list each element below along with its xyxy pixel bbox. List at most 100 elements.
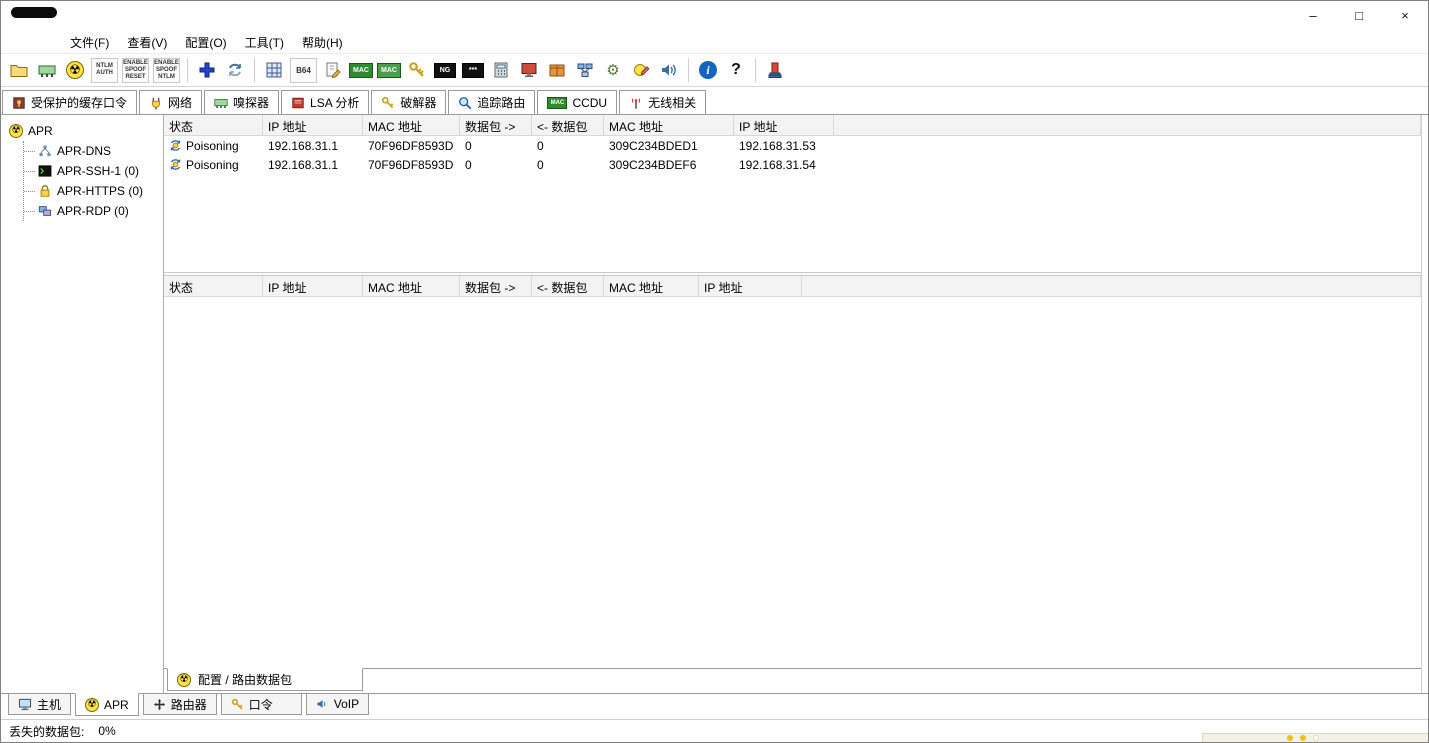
tree-item-apr-ssh1[interactable]: APR-SSH-1 (0)	[24, 161, 163, 181]
tab-label: 破解器	[400, 96, 437, 110]
inner-tab-label: 配置 / 路由数据包	[198, 673, 293, 687]
column-header-ip-2[interactable]: IP 地址	[734, 115, 834, 136]
network-shares-button[interactable]	[571, 56, 599, 84]
open-file-button[interactable]	[5, 56, 33, 84]
menu-file[interactable]: 文件(F)	[61, 32, 118, 53]
password-stars-button[interactable]: ***	[459, 56, 487, 84]
main-area: ☢ APR APR-DNS APR-SSH-1 (0) APR-HTTPS (0…	[1, 115, 1428, 693]
bottom-tab-hosts[interactable]: 主机	[8, 694, 72, 715]
ntlm-auth-button[interactable]: NTLM AUTH	[89, 56, 120, 84]
column-header-packets-in[interactable]: <- 数据包	[532, 115, 604, 136]
menu-help[interactable]: 帮助(H)	[293, 32, 352, 53]
column-header-packets-out[interactable]: 数据包 ->	[460, 115, 532, 136]
minimize-button[interactable]: –	[1290, 1, 1336, 29]
column-header-mac-2[interactable]: MAC 地址	[604, 276, 699, 297]
tree-item-apr-dns[interactable]: APR-DNS	[24, 141, 163, 161]
menu-view[interactable]: 查看(V)	[118, 32, 176, 53]
title-bar: – □ ×	[1, 1, 1428, 31]
refresh-button[interactable]	[221, 56, 249, 84]
tab-ccdu[interactable]: MAC CCDU	[537, 90, 618, 114]
column-header-ip[interactable]: IP 地址	[263, 276, 363, 297]
maximize-button[interactable]: □	[1336, 1, 1382, 29]
safe-key-icon	[12, 96, 26, 110]
toolbar: ☢ NTLM AUTH ENABLE SPOOF RESET ENABLE SP…	[1, 53, 1428, 87]
cell-packets-in: 0	[537, 157, 544, 172]
menu-configure[interactable]: 配置(O)	[176, 32, 235, 53]
exit-button[interactable]	[761, 56, 789, 84]
key-icon	[381, 96, 395, 110]
column-header-mac[interactable]: MAC 地址	[363, 115, 460, 136]
column-header-status[interactable]: 状态	[164, 276, 263, 297]
lock-icon	[38, 184, 52, 198]
crate-tool-button[interactable]	[543, 56, 571, 84]
spoof-ntlm-button[interactable]: ENABLE SPOOF NTLM	[151, 56, 182, 84]
page-pencil-icon	[324, 61, 342, 79]
bottom-tab-passwords[interactable]: 口令	[220, 694, 302, 715]
registry-edit-button[interactable]	[627, 56, 655, 84]
tab-traceroute[interactable]: 追踪路由	[448, 90, 536, 114]
notes-button[interactable]	[319, 56, 347, 84]
cell-ip-2: 192.168.31.54	[739, 157, 816, 172]
base-converter-button[interactable]	[260, 56, 288, 84]
cell-status: Poisoning	[164, 139, 263, 153]
base64-button[interactable]: B64	[288, 56, 319, 84]
cell-packets-in: 0	[537, 138, 544, 153]
column-header-ip-2[interactable]: IP 地址	[699, 276, 802, 297]
table-row[interactable]: Poisoning 192.168.31.1 70F96DF8593D 0 0 …	[164, 136, 1421, 155]
key-tool-button[interactable]	[403, 56, 431, 84]
tree-item-apr-https[interactable]: APR-HTTPS (0)	[24, 181, 163, 201]
ng-hash-button[interactable]: NG	[431, 56, 459, 84]
voip-speaker-button[interactable]	[655, 56, 683, 84]
column-header-ip[interactable]: IP 地址	[263, 115, 363, 136]
mac-scanner-button[interactable]: MAC	[347, 56, 375, 84]
tab-wireless[interactable]: 无线相关	[619, 90, 707, 114]
column-header-mac-2[interactable]: MAC 地址	[604, 115, 734, 136]
tab-protected-cache-passwords[interactable]: 受保护的缓存口令	[2, 90, 138, 114]
ntlm-auth-icon: NTLM AUTH	[91, 57, 118, 83]
column-header-packets-in[interactable]: <- 数据包	[532, 276, 604, 297]
remote-screen-button[interactable]	[515, 56, 543, 84]
add-entry-button[interactable]	[193, 56, 221, 84]
upper-table-header: 状态 IP 地址 MAC 地址 数据包 -> <- 数据包 MAC 地址 IP …	[164, 115, 1421, 136]
radioactive-icon: ☢	[9, 124, 23, 138]
help-button[interactable]: ?	[722, 56, 750, 84]
tab-sniffer[interactable]: 嗅探器	[204, 90, 280, 114]
tab-configuration-routed-packets[interactable]: ☢ 配置 / 路由数据包	[167, 668, 364, 691]
hash-calculator-button[interactable]	[487, 56, 515, 84]
dual-screens-icon	[38, 204, 52, 218]
tab-label: 网络	[168, 96, 193, 110]
column-header-packets-out[interactable]: 数据包 ->	[460, 276, 532, 297]
upper-poison-table: 状态 IP 地址 MAC 地址 数据包 -> <- 数据包 MAC 地址 IP …	[164, 115, 1421, 273]
background-window-fragment	[1202, 733, 1428, 742]
services-button[interactable]: ⚙	[599, 56, 627, 84]
red-monitor-icon	[520, 62, 538, 78]
tab-cracker[interactable]: 破解器	[371, 90, 447, 114]
sphere-pencil-icon	[632, 61, 650, 79]
four-way-arrows-icon	[153, 698, 166, 711]
column-header-mac[interactable]: MAC 地址	[363, 276, 460, 297]
menu-tools[interactable]: 工具(T)	[236, 32, 293, 53]
mac-tool-button[interactable]: MAC	[375, 56, 403, 84]
table-row[interactable]: Poisoning 192.168.31.1 70F96DF8593D 0 0 …	[164, 155, 1421, 174]
antenna-icon	[629, 96, 643, 110]
plus-icon	[198, 61, 216, 79]
speaker-icon	[660, 62, 678, 78]
tab-lsa-secrets[interactable]: LSA 分析	[281, 90, 370, 114]
start-apr-button[interactable]: ☢	[61, 56, 89, 84]
bottom-tab-voip[interactable]: VoIP	[305, 694, 370, 715]
close-button[interactable]: ×	[1382, 1, 1428, 29]
tab-network[interactable]: 网络	[139, 90, 203, 114]
start-sniffer-button[interactable]	[33, 56, 61, 84]
bottom-tab-apr[interactable]: ☢ APR	[75, 693, 139, 716]
fragment-dot	[1300, 735, 1306, 741]
toolbar-separator	[755, 58, 756, 82]
column-header-status[interactable]: 状态	[164, 115, 263, 136]
spoof-reset-button[interactable]: ENABLE SPOOF RESET	[120, 56, 151, 84]
bottom-tab-routing[interactable]: 路由器	[142, 694, 217, 715]
tree-item-apr-rdp[interactable]: APR-RDP (0)	[24, 201, 163, 221]
tree-children: APR-DNS APR-SSH-1 (0) APR-HTTPS (0) APR-…	[23, 141, 163, 221]
calculator-icon	[492, 61, 510, 79]
tree-item-apr[interactable]: ☢ APR	[1, 121, 163, 141]
tab-label: LSA 分析	[310, 96, 360, 110]
info-button[interactable]: i	[694, 56, 722, 84]
